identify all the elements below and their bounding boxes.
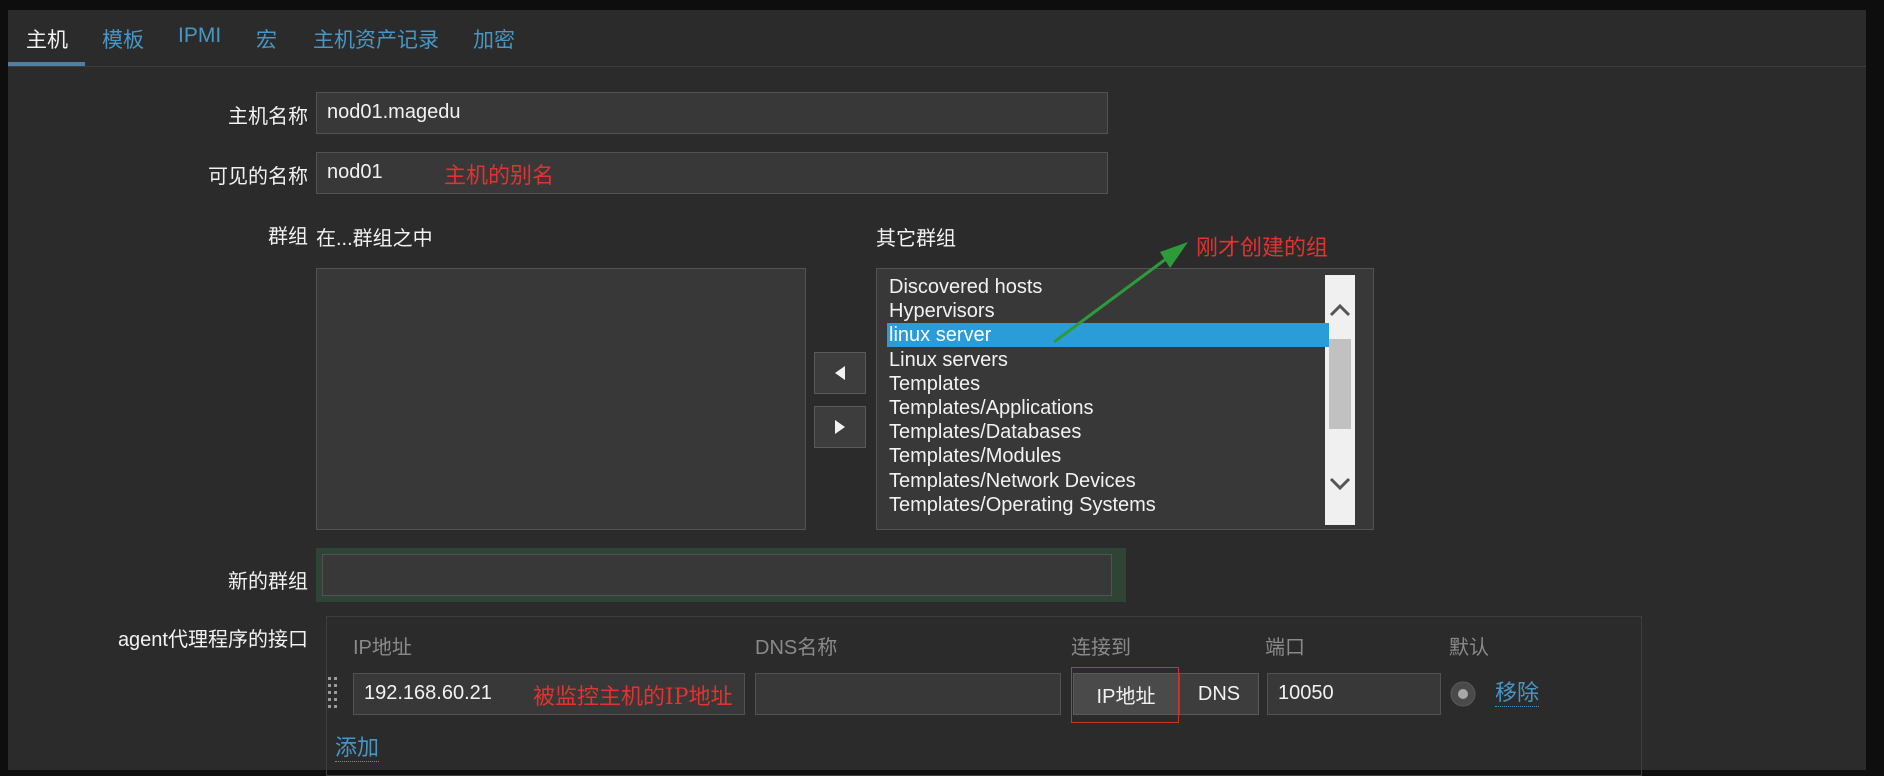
tab-templates[interactable]: 模板 xyxy=(102,24,144,54)
tab-encryption[interactable]: 加密 xyxy=(473,24,515,54)
chevron-up-icon xyxy=(1329,303,1351,317)
annotation-arrow-icon xyxy=(1053,242,1188,344)
agent-interface-label: agent代理程序的接口 xyxy=(117,629,308,651)
tab-bar: 主机 模板 IPMI 宏 主机资产记录 加密 xyxy=(8,10,1866,67)
agent-interface-box: IP地址 DNS名称 连接到 端口 默认 192.168.60.21 被监控主机… xyxy=(326,616,1642,776)
triangle-right-icon xyxy=(835,420,845,434)
ip-annotation: 被监控主机的IP地址 xyxy=(533,685,733,710)
window: 主机 模板 IPMI 宏 主机资产记录 加密 主机名称 nod01.magedu… xyxy=(0,0,1884,776)
connect-ip-highlight xyxy=(1071,667,1179,723)
triangle-left-icon xyxy=(835,366,845,380)
other-group-item[interactable]: Templates/Operating Systems xyxy=(889,493,1156,517)
port-input[interactable]: 10050 xyxy=(1267,673,1441,715)
visible-name-annotation: 主机的别名 xyxy=(444,164,555,189)
col-connect-header: 连接到 xyxy=(1071,637,1131,659)
tab-host[interactable]: 主机 xyxy=(26,24,68,54)
tab-inventory[interactable]: 主机资产记录 xyxy=(313,24,439,54)
new-group-highlight xyxy=(316,548,1126,602)
other-group-item[interactable]: Discovered hosts xyxy=(889,275,1042,299)
host-name-label: 主机名称 xyxy=(228,106,308,128)
other-groups-annotation: 刚才创建的组 xyxy=(1196,236,1329,261)
in-groups-listbox[interactable] xyxy=(316,268,806,530)
move-right-button[interactable] xyxy=(814,406,866,448)
move-left-button[interactable] xyxy=(814,352,866,394)
other-groups-scrollbar[interactable] xyxy=(1325,275,1355,525)
visible-name-label: 可见的名称 xyxy=(208,166,308,188)
other-group-item[interactable]: Templates xyxy=(889,372,980,396)
other-group-item[interactable]: Hypervisors xyxy=(889,299,995,323)
host-form-panel: 主机 模板 IPMI 宏 主机资产记录 加密 主机名称 nod01.magedu… xyxy=(8,10,1866,776)
tab-macros[interactable]: 宏 xyxy=(256,24,277,54)
col-default-header: 默认 xyxy=(1449,637,1489,659)
in-groups-label: 在...群组之中 xyxy=(316,228,433,250)
visible-name-input[interactable]: nod01 xyxy=(316,152,1108,194)
active-tab-indicator xyxy=(8,62,85,66)
tab-ipmi[interactable]: IPMI xyxy=(178,24,221,48)
other-groups-label: 其它群组 xyxy=(876,228,956,250)
other-group-item[interactable]: Linux servers xyxy=(889,348,1008,372)
remove-link[interactable]: 移除 xyxy=(1495,680,1540,707)
radio-icon[interactable] xyxy=(1449,680,1477,708)
other-group-item[interactable]: Templates/Applications xyxy=(889,396,1094,420)
host-name-input[interactable]: nod01.magedu xyxy=(316,92,1108,134)
chevron-down-icon xyxy=(1329,477,1351,491)
other-group-item[interactable]: Templates/Network Devices xyxy=(889,469,1136,493)
new-group-label: 新的群组 xyxy=(228,571,308,593)
scroll-thumb[interactable] xyxy=(1329,339,1351,429)
scroll-up-button[interactable] xyxy=(1325,297,1355,323)
dns-name-input[interactable] xyxy=(755,673,1061,715)
add-link[interactable]: 添加 xyxy=(335,735,380,762)
drag-handle-icon[interactable] xyxy=(327,675,339,711)
col-port-header: 端口 xyxy=(1265,637,1305,659)
groups-label: 群组 xyxy=(268,226,308,248)
other-group-item[interactable]: Templates/Databases xyxy=(889,420,1081,444)
new-group-input[interactable] xyxy=(322,554,1112,596)
connect-dns-button[interactable]: DNS xyxy=(1179,673,1259,715)
other-group-item[interactable]: Templates/Modules xyxy=(889,444,1061,468)
col-dns-header: DNS名称 xyxy=(755,637,838,659)
scroll-down-button[interactable] xyxy=(1325,471,1355,497)
col-ip-header: IP地址 xyxy=(353,637,412,659)
